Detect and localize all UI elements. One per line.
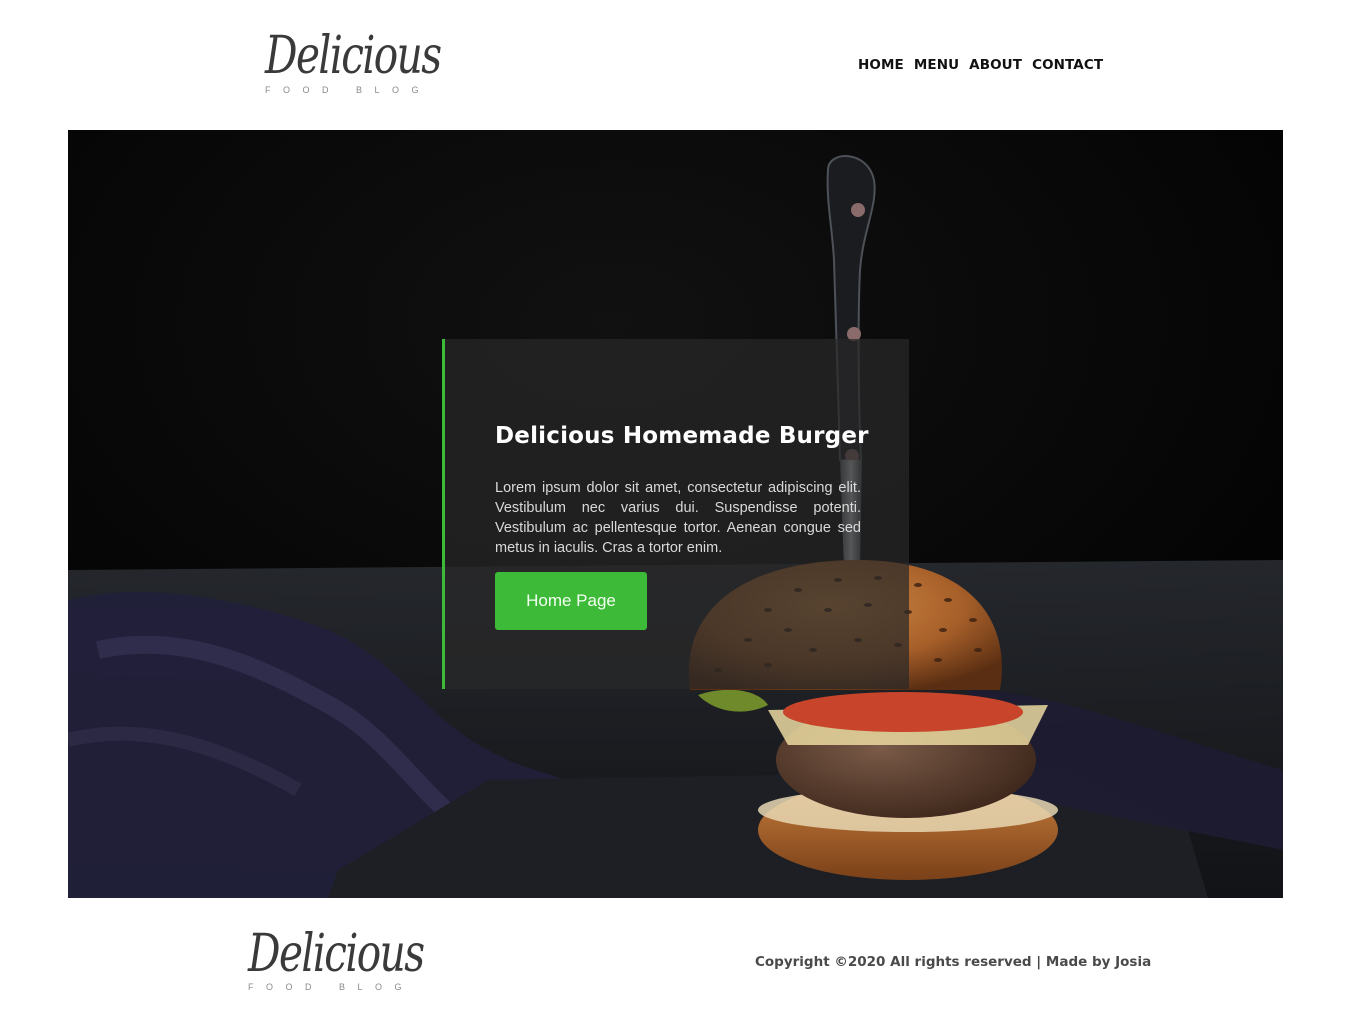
- nav-contact-link[interactable]: CONTACT: [1032, 56, 1103, 74]
- logo-tagline: FOOD BLOG: [265, 85, 432, 95]
- site-header: Delicious FOOD BLOG HOME MENU ABOUT CONT…: [0, 0, 1351, 130]
- nav-menu-link[interactable]: MENU: [914, 56, 959, 74]
- hero-title: Delicious Homemade Burger: [495, 423, 869, 449]
- logo-script-text: Delicious: [265, 26, 442, 86]
- hero-card: Delicious Homemade Burger Lorem ipsum do…: [442, 339, 909, 689]
- main-nav: HOME MENU ABOUT CONTACT: [858, 56, 1103, 74]
- footer-logo-script-text: Delicious: [248, 924, 425, 984]
- copyright-text: Copyright ©2020 All rights reserved | Ma…: [755, 954, 1152, 970]
- home-page-button[interactable]: Home Page: [495, 572, 647, 630]
- hero-description: Lorem ipsum dolor sit amet, consectetur …: [495, 480, 861, 556]
- nav-home-link[interactable]: HOME: [858, 56, 904, 74]
- footer-logo[interactable]: Delicious FOOD BLOG: [248, 926, 473, 992]
- nav-about-link[interactable]: ABOUT: [969, 56, 1022, 74]
- site-footer: Delicious FOOD BLOG Copyright ©2020 All …: [0, 898, 1351, 1028]
- hero-banner: Delicious Homemade Burger Lorem ipsum do…: [68, 130, 1283, 898]
- site-logo[interactable]: Delicious FOOD BLOG: [265, 28, 490, 95]
